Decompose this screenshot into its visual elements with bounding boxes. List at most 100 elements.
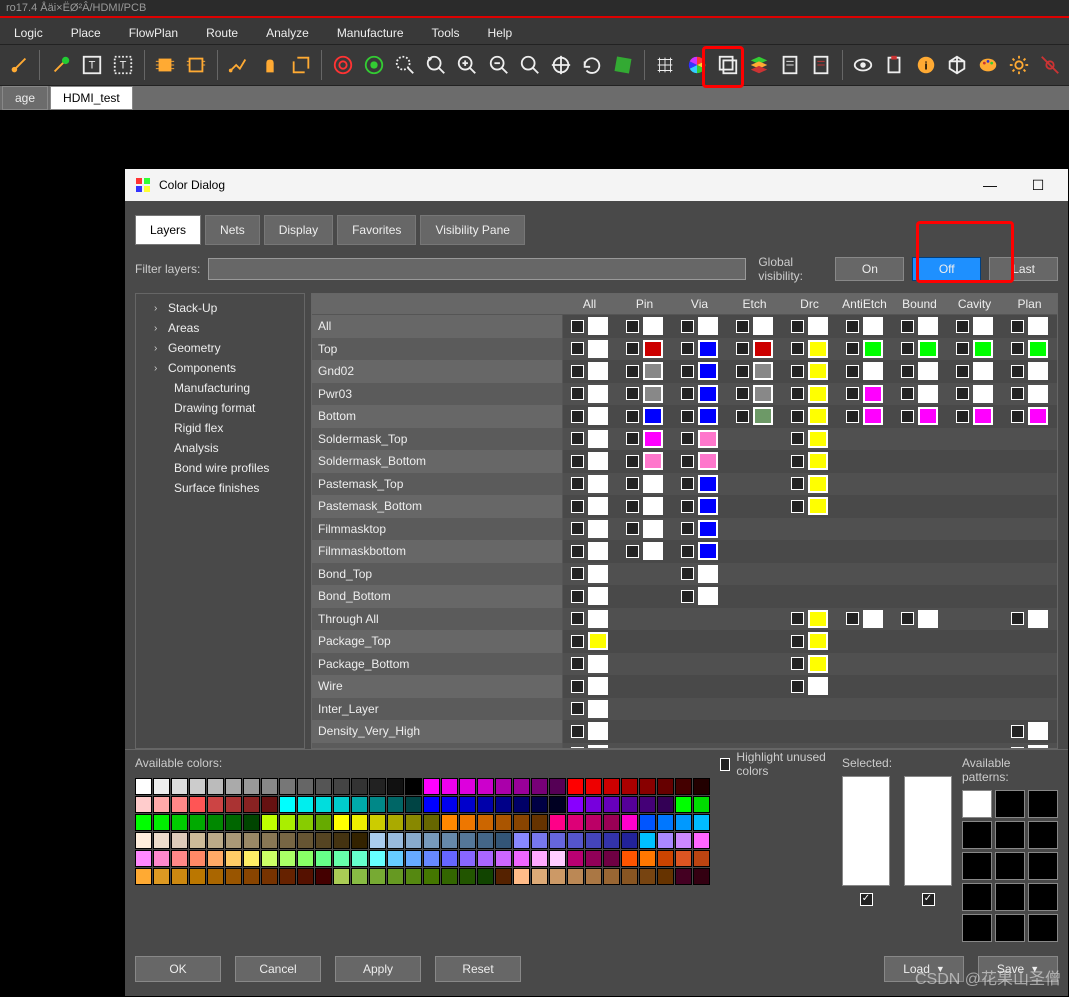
palette-color[interactable] [387,796,404,813]
layer-color-swatch[interactable] [808,340,828,358]
palette-color[interactable] [585,778,602,795]
layer-visibility-checkbox[interactable] [571,455,584,468]
layer-visibility-checkbox[interactable] [1011,342,1024,355]
tree-expand-icon[interactable]: › [154,343,162,354]
layer-visibility-checkbox[interactable] [626,432,639,445]
layer-color-swatch[interactable] [588,677,608,695]
palette-color[interactable] [549,796,566,813]
palette-color[interactable] [369,832,386,849]
pattern-cross1[interactable] [1028,852,1058,880]
layer-color-swatch[interactable] [753,340,773,358]
palette-color[interactable] [441,796,458,813]
layer-visibility-checkbox[interactable] [626,410,639,423]
zoom-dotted-icon[interactable] [391,50,420,80]
layer-visibility-checkbox[interactable] [626,500,639,513]
palette-color[interactable] [153,850,170,867]
palette-color[interactable] [297,778,314,795]
zoom-out-icon[interactable] [484,50,513,80]
layer-color-swatch[interactable] [918,610,938,628]
palette-color[interactable] [351,850,368,867]
palette-color[interactable] [405,868,422,885]
palette-color[interactable] [657,778,674,795]
palette-color[interactable] [657,814,674,831]
stack-icon[interactable] [744,50,773,80]
layer-visibility-checkbox[interactable] [681,500,694,513]
layer-color-swatch[interactable] [808,407,828,425]
layer-color-swatch[interactable] [588,632,608,650]
chip2-icon[interactable] [182,50,211,80]
col-header[interactable]: Etch [727,294,782,315]
palette-color[interactable] [495,778,512,795]
palette-icon[interactable] [973,50,1002,80]
layer-visibility-checkbox[interactable] [901,410,914,423]
reset-button[interactable]: Reset [435,956,521,982]
layer-visibility-checkbox[interactable] [571,500,584,513]
palette-color[interactable] [333,850,350,867]
palette-color[interactable] [657,868,674,885]
layer-color-swatch[interactable] [698,542,718,560]
palette-color[interactable] [567,868,584,885]
palette-color[interactable] [243,850,260,867]
tree-expand-icon[interactable]: › [154,303,162,314]
palette-color[interactable] [693,832,710,849]
menu-place[interactable]: Place [57,20,115,42]
layer-visibility-checkbox[interactable] [626,342,639,355]
layer-color-swatch[interactable] [753,362,773,380]
layer-visibility-checkbox[interactable] [956,342,969,355]
row-header[interactable]: Filmmasktop [312,518,562,541]
pattern-diag4[interactable] [962,914,992,942]
palette-color[interactable] [423,796,440,813]
layer-visibility-checkbox[interactable] [681,567,694,580]
layer-visibility-checkbox[interactable] [846,320,859,333]
refresh-icon[interactable] [578,50,607,80]
palette-color[interactable] [315,832,332,849]
layer-color-swatch[interactable] [863,362,883,380]
palette-color[interactable] [675,796,692,813]
palette-color[interactable] [189,868,206,885]
layer-visibility-checkbox[interactable] [901,365,914,378]
layer-color-swatch[interactable] [643,317,663,335]
row-header[interactable]: Top [312,338,562,361]
col-header[interactable]: Via [672,294,727,315]
selected-check-1[interactable] [860,893,873,906]
palette-color[interactable] [495,832,512,849]
palette-color[interactable] [387,778,404,795]
layer-visibility-checkbox[interactable] [681,320,694,333]
palette-color[interactable] [531,796,548,813]
layer-color-swatch[interactable] [1028,317,1048,335]
layer-visibility-checkbox[interactable] [571,545,584,558]
pattern-dots4[interactable] [995,914,1025,942]
layer-visibility-checkbox[interactable] [681,590,694,603]
palette-color[interactable] [297,796,314,813]
layer-visibility-checkbox[interactable] [681,455,694,468]
palette-color[interactable] [243,814,260,831]
layer-visibility-checkbox[interactable] [901,612,914,625]
layer-visibility-checkbox[interactable] [681,522,694,535]
palette-color[interactable] [639,814,656,831]
layer-color-swatch[interactable] [1028,722,1048,740]
palette-color[interactable] [693,850,710,867]
palette-color[interactable] [351,778,368,795]
palette-color[interactable] [225,850,242,867]
palette-color[interactable] [477,868,494,885]
palette-color[interactable] [513,868,530,885]
layer-visibility-checkbox[interactable] [791,320,804,333]
palette-color[interactable] [387,850,404,867]
row-header[interactable]: Soldermask_Top [312,428,562,451]
layer-visibility-checkbox[interactable] [571,365,584,378]
palette-color[interactable] [531,814,548,831]
tree-item[interactable]: Drawing format [140,398,300,418]
doc2-icon[interactable] [807,50,836,80]
layer-color-swatch[interactable] [588,587,608,605]
palette-color[interactable] [261,778,278,795]
layer-color-swatch[interactable] [808,655,828,673]
layer-color-swatch[interactable] [588,317,608,335]
palette-color[interactable] [567,814,584,831]
menu-tools[interactable]: Tools [418,20,474,42]
layer-color-swatch[interactable] [918,385,938,403]
palette-color[interactable] [477,796,494,813]
tree-item[interactable]: ›Geometry [140,338,300,358]
layer-color-swatch[interactable] [973,317,993,335]
layer-visibility-checkbox[interactable] [736,387,749,400]
palette-color[interactable] [405,778,422,795]
